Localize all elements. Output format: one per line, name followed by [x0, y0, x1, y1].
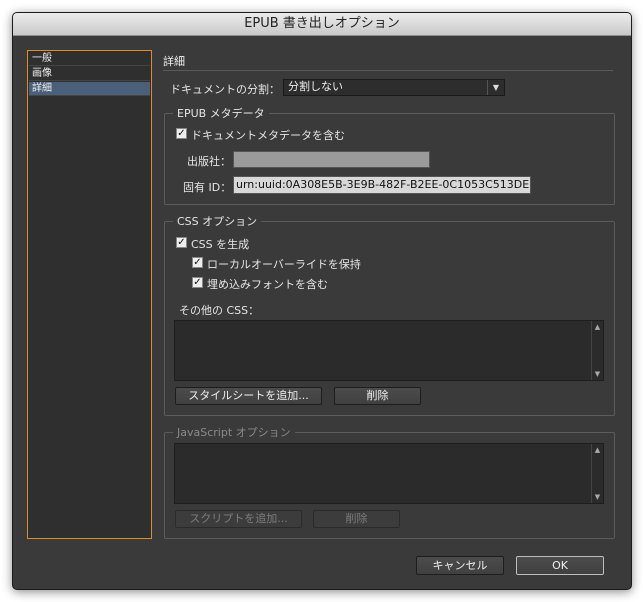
split-document-select[interactable]: 分割しない ▼	[283, 79, 505, 96]
delete-css-button[interactable]: 削除	[334, 387, 421, 405]
sidebar-item-images[interactable]: 画像	[29, 67, 150, 81]
publisher-label: 出版社：	[187, 155, 231, 168]
include-embeddable-fonts-label: 埋め込みフォントを含む	[207, 278, 328, 291]
chevron-down-icon: ▼	[487, 80, 504, 95]
cancel-button[interactable]: キャンセル	[416, 556, 504, 575]
other-css-scrollbar[interactable]: ▲ ▼	[591, 321, 603, 380]
generate-css-label: CSS を生成	[191, 238, 250, 251]
check-icon: ✓	[177, 128, 186, 139]
preserve-local-overrides-checkbox[interactable]: ✓	[192, 257, 203, 268]
check-icon: ✓	[193, 257, 202, 268]
other-css-label: その他の CSS：	[179, 304, 260, 317]
include-metadata-checkbox[interactable]: ✓	[176, 128, 187, 139]
css-options-legend: CSS オプション	[173, 213, 262, 229]
publisher-input[interactable]	[233, 151, 430, 168]
section-title: 詳細	[163, 55, 185, 68]
section-divider	[163, 70, 613, 71]
category-list: 一般 画像 詳細	[27, 50, 152, 539]
ok-button[interactable]: OK	[516, 556, 604, 575]
scroll-down-icon[interactable]: ▼	[592, 493, 603, 501]
scroll-down-icon[interactable]: ▼	[592, 370, 603, 378]
javascript-list[interactable]: ▲ ▼	[174, 443, 604, 504]
epub-export-options-dialog: EPUB 書き出しオプション 一般 画像 詳細 詳細 ドキュメントの分割： 分割…	[12, 12, 632, 590]
add-script-button[interactable]: スクリプトを追加...	[175, 510, 302, 528]
sidebar-item-advanced[interactable]: 詳細	[29, 82, 150, 96]
include-embeddable-fonts-checkbox[interactable]: ✓	[192, 277, 203, 288]
sidebar-item-general[interactable]: 一般	[29, 52, 150, 66]
preserve-local-overrides-label: ローカルオーバーライドを保持	[207, 258, 361, 271]
split-document-value: 分割しない	[288, 80, 343, 93]
scroll-up-icon[interactable]: ▲	[592, 323, 603, 331]
unique-id-label: 固有 ID：	[183, 181, 232, 194]
include-metadata-label: ドキュメントメタデータを含む	[191, 129, 345, 142]
delete-script-button[interactable]: 削除	[313, 510, 400, 528]
split-document-label: ドキュメントの分割：	[170, 83, 280, 96]
dialog-title: EPUB 書き出しオプション	[13, 13, 631, 36]
javascript-scrollbar[interactable]: ▲ ▼	[591, 444, 603, 503]
generate-css-checkbox[interactable]: ✓	[176, 237, 187, 248]
other-css-list[interactable]: ▲ ▼	[174, 320, 604, 381]
check-icon: ✓	[177, 237, 186, 248]
check-icon: ✓	[193, 277, 202, 288]
add-stylesheet-button[interactable]: スタイルシートを追加...	[175, 387, 322, 405]
unique-id-input[interactable]: urn:uuid:0A308E5B-3E9B-482F-B2EE-0C1053C…	[233, 176, 531, 194]
epub-metadata-legend: EPUB メタデータ	[173, 105, 269, 121]
scroll-up-icon[interactable]: ▲	[592, 446, 603, 454]
javascript-options-legend: JavaScript オプション	[173, 424, 295, 440]
